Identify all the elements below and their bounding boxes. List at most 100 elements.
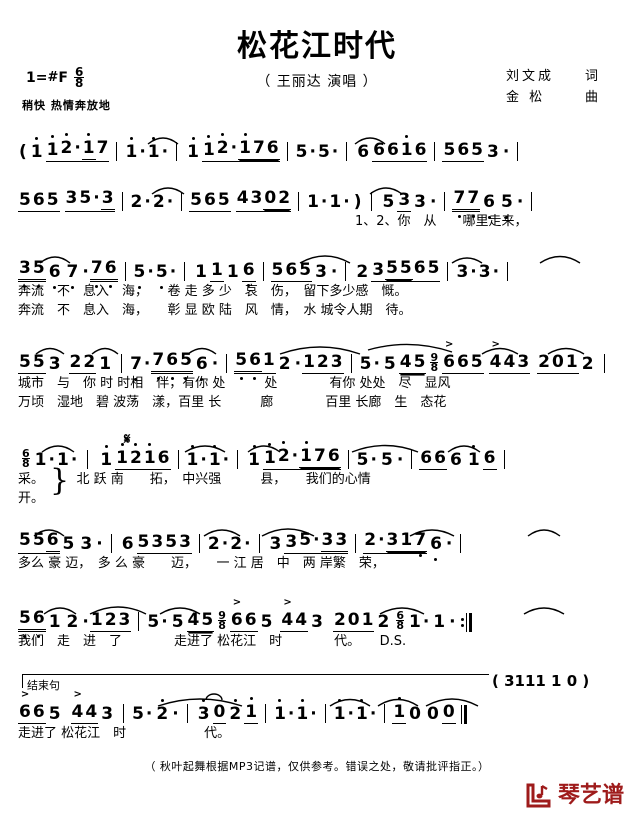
note: 5 — [19, 530, 31, 550]
note: 6 — [449, 450, 462, 470]
dot: · — [445, 534, 453, 554]
beam-group: 353 — [150, 532, 192, 554]
beam-group: 6 — [241, 260, 256, 287]
note: 5 — [498, 192, 516, 219]
note: 5 — [386, 258, 398, 278]
note: 1 — [28, 137, 46, 162]
note: 7 — [64, 262, 82, 289]
note: 6 — [420, 448, 433, 468]
barline — [286, 142, 288, 161]
note: 5 — [31, 258, 46, 288]
barline — [371, 192, 373, 211]
note: 2 — [356, 262, 369, 282]
site-logo[interactable]: 琴艺谱 — [525, 783, 624, 809]
note: 6 — [483, 448, 496, 468]
note: 1 — [211, 260, 223, 280]
lyric-alternative-brace: } — [50, 463, 70, 498]
dot: · — [430, 192, 437, 212]
ossia-text: ( 3111 1 0 ) — [492, 672, 590, 690]
beam-group: 3 5 · 3 — [64, 188, 115, 212]
note: 1 — [262, 350, 275, 370]
beam-group: 665 — [442, 339, 484, 374]
dot: · — [309, 142, 316, 162]
barline — [517, 142, 519, 161]
beam-group: 4302 — [235, 188, 292, 212]
ending-bracket — [22, 674, 489, 688]
note: 6 — [204, 190, 216, 210]
music-system-1: ( 1 1 2 · 1 7 1 · 1 · 1 1 2 · 1 7 6 5 · 5 · 6 6 616 5… — [0, 132, 634, 162]
note-row-1: ( 1 1 2 · 1 7 1 · 1 · 1 1 2 · 1 7 6 5 · 5 · 6 6 616 5… — [0, 132, 634, 162]
note-row-4: 55 3 22 1 7 · 765 6 · 561 2 · 123 5 · 5 45 9… — [0, 339, 634, 381]
note: 3 — [311, 612, 323, 632]
note: 3 — [398, 190, 411, 210]
note: 1 — [465, 445, 483, 470]
beam-group: 556 — [18, 530, 60, 554]
beam-group: 35 — [18, 258, 46, 288]
note: 5 — [32, 530, 45, 550]
beam-group: 216 — [128, 443, 171, 470]
barline — [177, 450, 179, 469]
beam-group: 0 — [212, 702, 227, 724]
barline — [237, 450, 239, 469]
note: 5 — [382, 192, 395, 212]
note: 1 — [90, 610, 103, 630]
note: 5 — [46, 190, 59, 210]
note: 6 — [45, 530, 60, 552]
note: 2 — [153, 699, 171, 724]
note: 6 — [32, 190, 45, 210]
note: 6 — [248, 350, 262, 380]
dot: · — [172, 704, 179, 724]
note: 3 — [269, 534, 282, 554]
dot: · — [166, 192, 174, 212]
note: 7 — [452, 188, 467, 218]
music-system-3: 35 6 7 · 76 5 · 5 · 1 1 1 6 565 3 · 2 3 5565 … — [0, 252, 634, 320]
beam-group: 44 — [280, 597, 309, 632]
note: 3 — [320, 530, 335, 552]
note: 1 — [333, 699, 346, 724]
note: 6 — [157, 448, 170, 468]
dot: · — [373, 354, 380, 374]
beam-group: 5 · 3 3 — [298, 530, 349, 554]
dot: · — [139, 142, 146, 162]
note: 3 — [372, 260, 385, 280]
composer-role: 曲 — [584, 90, 598, 105]
note: 6 — [32, 702, 45, 722]
note: 5 — [79, 188, 92, 208]
note: 0 — [442, 702, 455, 722]
note: 6 — [46, 262, 64, 289]
note: 3 — [151, 532, 164, 552]
dot: · — [82, 612, 89, 632]
note: 5 — [413, 352, 426, 372]
barline — [176, 142, 178, 161]
dot: · — [145, 704, 153, 724]
note: 5 — [147, 612, 160, 632]
dot: · — [161, 142, 169, 162]
note: 2 — [581, 354, 594, 374]
dot: · — [320, 192, 328, 212]
credits-block: 刘文成 词 金 松 曲 — [506, 66, 598, 108]
note: 1 — [274, 699, 286, 724]
note: 1 — [125, 137, 138, 162]
note: 0 — [347, 610, 360, 630]
dot: · — [244, 534, 251, 554]
note: 5 — [443, 140, 456, 160]
barline — [110, 534, 112, 553]
note: 1 — [307, 192, 319, 212]
beam-group: 443 — [488, 339, 531, 374]
note: 7 — [130, 354, 142, 381]
barline — [460, 534, 462, 553]
note: 5 — [217, 190, 230, 210]
lyricist-role: 词 — [584, 69, 598, 84]
sharp-icon: # — [47, 70, 59, 85]
note: 3 — [80, 534, 93, 554]
final-barline — [460, 705, 468, 724]
barline — [503, 450, 505, 469]
note: 2 — [278, 354, 291, 374]
beam-group: 1 — [45, 135, 60, 162]
beam-group: 6 — [482, 448, 497, 470]
note-accented: 4 — [71, 689, 85, 722]
note: 5 — [299, 260, 312, 280]
dot: · — [93, 188, 100, 208]
dot: · — [221, 534, 229, 554]
dot: · — [396, 450, 404, 470]
